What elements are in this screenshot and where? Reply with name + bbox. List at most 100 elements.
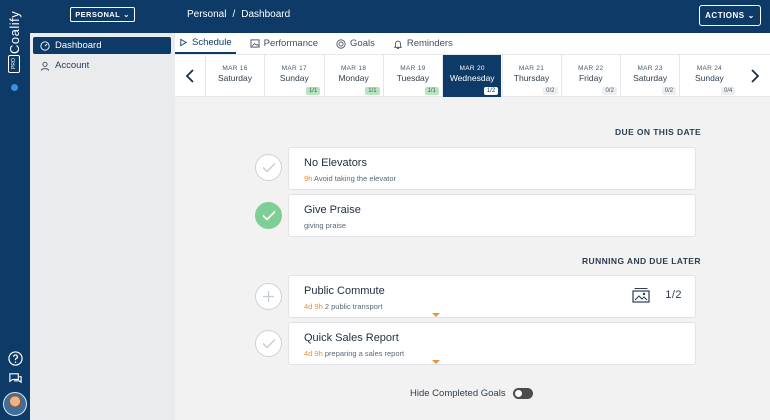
goal-title: Give Praise [304, 204, 361, 216]
photo-icon [632, 288, 650, 303]
image-icon [250, 39, 260, 48]
goal-card-quick-sales-report[interactable]: Quick Sales Report 4d 9h preparing a sal… [288, 322, 696, 365]
complete-goal-checkbox[interactable] [255, 330, 282, 357]
tab-label: Schedule [192, 37, 232, 48]
day-weekday: Wednesday [449, 73, 495, 83]
sidebar: Dashboard Account [30, 33, 175, 420]
top-bar: PERSONAL ⌄ Personal / Dashboard ACTIONS … [30, 0, 770, 33]
hide-completed-row: Hide Completed Goals [410, 388, 533, 399]
day-cell[interactable]: MAR 19 Tuesday 1/1 [382, 55, 442, 97]
breadcrumb-personal[interactable]: Personal [187, 9, 226, 20]
day-progress-badge: 0/2 [602, 87, 617, 95]
complete-goal-checkbox[interactable] [255, 154, 282, 181]
day-weekday: Tuesday [396, 73, 430, 83]
hide-completed-toggle[interactable] [512, 388, 533, 399]
brand-logo[interactable]: Coalify [4, 6, 26, 58]
day-weekday: Friday [578, 73, 603, 83]
chevron-down-icon: ⌄ [123, 10, 130, 19]
chevron-left-icon [185, 69, 194, 83]
day-cell[interactable]: MAR 17 Sunday 1/1 [264, 55, 323, 97]
tab-performance[interactable]: Performance [246, 33, 322, 54]
goal-description: giving praise [304, 221, 347, 230]
goal-card-no-elevators[interactable]: No Elevators 9h Avoid taking the elevato… [288, 147, 696, 190]
breadcrumb-separator: / [232, 9, 236, 20]
tab-label: Performance [263, 38, 319, 49]
previous-week-button[interactable] [175, 55, 205, 97]
day-cell[interactable]: MAR 23 Saturday 0/2 [620, 55, 679, 97]
plus-icon [263, 291, 274, 302]
goal-progress-ratio: 1/2 [665, 289, 682, 301]
app-rail: Coalify PRO [0, 0, 30, 420]
goal-subtitle: 4d 9h preparing a sales report [304, 349, 404, 358]
goal-description: Avoid taking the elevator [314, 174, 397, 183]
sidebar-item-dashboard[interactable]: Dashboard [33, 37, 171, 54]
date-strip: MAR 16 Saturday MAR 17 Sunday 1/1 MAR 18 Monda… [175, 54, 770, 97]
actions-button[interactable]: ACTIONS ⌄ [699, 5, 761, 26]
running-section-heading: RUNNING AND DUE LATER [582, 256, 701, 266]
goal-card-public-commute[interactable]: Public Commute 4d 9h 2 public transport … [288, 275, 696, 318]
sidebar-item-label: Dashboard [55, 40, 102, 51]
goal-title: Public Commute [304, 285, 385, 297]
bell-icon [393, 40, 403, 49]
day-progress-badge: 0/2 [543, 87, 558, 95]
day-progress-badge: 1/1 [305, 87, 321, 95]
chevron-right-icon [751, 69, 760, 83]
goal-title: Quick Sales Report [304, 332, 399, 344]
day-weekday: Sunday [694, 73, 724, 83]
expand-caret-icon[interactable] [432, 360, 440, 364]
notification-dot [11, 84, 18, 91]
day-cell[interactable]: MAR 18 Monday 1/1 [323, 55, 383, 97]
goal-description: 2 public transport [324, 302, 383, 311]
user-avatar[interactable] [3, 392, 27, 416]
goal-time-left: 9h [304, 174, 313, 183]
sidebar-item-account[interactable]: Account [33, 57, 171, 74]
day-weekday: Sunday [279, 73, 309, 83]
workspace-switcher-button[interactable]: PERSONAL ⌄ [70, 7, 135, 22]
gauge-icon [40, 40, 50, 51]
add-progress-button[interactable] [255, 283, 282, 310]
target-icon [336, 38, 346, 49]
toggle-knob [514, 390, 522, 397]
day-cell[interactable]: MAR 20 Wednesday 1/2 [442, 55, 502, 97]
day-cell[interactable]: MAR 24 Sunday 0/4 [679, 55, 738, 97]
tab-reminders[interactable]: Reminders [389, 33, 457, 54]
day-date: MAR 20 [459, 65, 485, 72]
sidebar-item-label: Account [55, 60, 90, 71]
completed-goal-checkbox[interactable] [255, 202, 282, 229]
day-weekday: Saturday [217, 73, 253, 83]
goal-time-left: 4d 9h [304, 349, 323, 358]
day-weekday: Monday [338, 73, 369, 83]
help-icon[interactable] [6, 349, 24, 367]
day-progress-badge: 0/4 [721, 87, 736, 95]
due-section-heading: DUE ON THIS DATE [615, 127, 702, 137]
tab-schedule[interactable]: Schedule [175, 33, 236, 54]
next-week-button[interactable] [740, 55, 770, 97]
goal-card-give-praise[interactable]: Give Praise giving praise [288, 194, 696, 237]
chat-icon[interactable] [6, 369, 24, 387]
hide-completed-label: Hide Completed Goals [410, 388, 506, 399]
day-cell[interactable]: MAR 22 Friday 0/2 [560, 55, 620, 97]
expand-caret-icon[interactable] [432, 313, 440, 317]
day-cell[interactable]: MAR 16 Saturday [205, 55, 264, 97]
day-progress-badge: 1/1 [424, 87, 439, 95]
day-progress-badge: 1/1 [365, 87, 380, 95]
day-cell[interactable]: MAR 21 Thursday 0/2 [501, 55, 561, 97]
day-date: MAR 23 [637, 65, 663, 72]
workspace-switcher-label: PERSONAL [75, 10, 121, 19]
goal-description: preparing a sales report [324, 349, 405, 358]
checkmark-icon [262, 339, 275, 349]
actions-label: ACTIONS [705, 11, 745, 20]
checkmark-icon [262, 163, 275, 173]
tab-goals[interactable]: Goals [332, 33, 379, 54]
goal-title: No Elevators [304, 157, 367, 169]
goal-subtitle: 4d 9h 2 public transport [304, 302, 382, 311]
breadcrumb: Personal / Dashboard [187, 9, 290, 20]
day-date: MAR 16 [222, 65, 248, 72]
day-weekday: Thursday [513, 73, 550, 83]
goal-subtitle: 9h Avoid taking the elevator [304, 174, 396, 183]
checkmark-icon [261, 210, 276, 221]
day-date: MAR 21 [518, 65, 545, 72]
tab-label: Reminders [406, 38, 453, 49]
breadcrumb-dashboard: Dashboard [241, 9, 291, 20]
pro-badge: PRO [8, 55, 20, 73]
